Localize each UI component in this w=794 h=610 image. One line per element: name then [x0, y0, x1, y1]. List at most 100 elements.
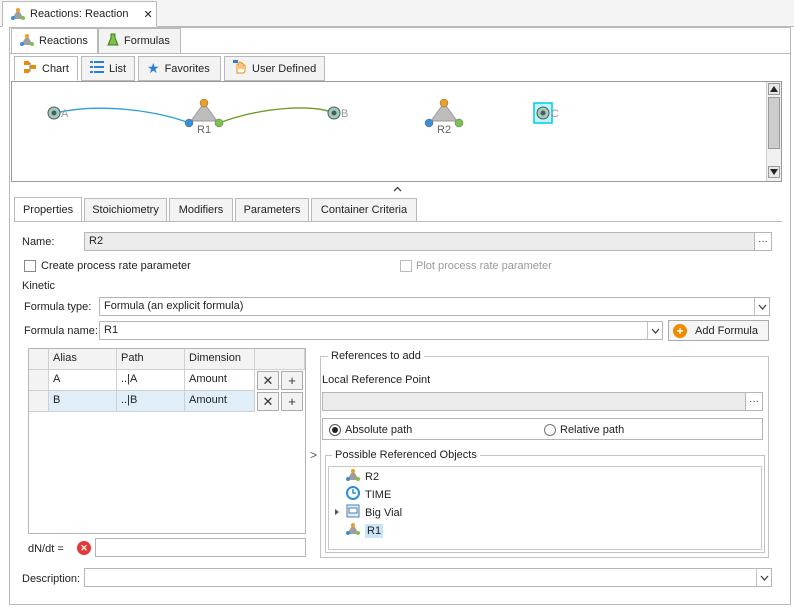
- tab-user-defined[interactable]: User Defined: [224, 56, 325, 81]
- cell-alias[interactable]: A: [49, 370, 117, 391]
- scroll-thumb[interactable]: [768, 97, 780, 149]
- grid-header-actions: [255, 349, 305, 370]
- tab-reactions[interactable]: Reactions: [11, 28, 98, 54]
- tab-modifiers-label: Modifiers: [178, 204, 224, 216]
- create-rate-param-label: Create process rate parameter: [41, 260, 191, 272]
- tree-item-time[interactable]: TIME: [346, 486, 391, 503]
- relative-path-radio[interactable]: [544, 424, 556, 436]
- document-tab[interactable]: Reactions: Reaction ✕: [2, 1, 157, 27]
- row-indicator: [29, 370, 49, 391]
- local-ref-field[interactable]: [322, 392, 746, 411]
- list-icon: [90, 61, 104, 76]
- molecule-label-a: A: [61, 108, 69, 120]
- create-rate-param-checkbox[interactable]: [24, 260, 36, 272]
- diagram-canvas: A R1 B R2 C: [47, 98, 559, 136]
- tab-chart[interactable]: Chart: [14, 56, 78, 81]
- chevron-down-icon[interactable]: [756, 569, 771, 586]
- local-ref-browse-label: ···: [749, 396, 759, 407]
- absolute-path-radio[interactable]: [329, 424, 341, 436]
- tree-item-r1[interactable]: R1: [346, 522, 384, 539]
- tree-item-label: TIME: [365, 488, 392, 501]
- tab-list[interactable]: List: [81, 56, 135, 81]
- scroll-up-icon[interactable]: [768, 83, 780, 95]
- grid-header-path[interactable]: Path: [117, 349, 185, 370]
- link-r1-b: [218, 107, 335, 124]
- plot-rate-param-checkbox[interactable]: [400, 260, 412, 272]
- error-icon: ✕: [77, 541, 91, 555]
- cell-path[interactable]: ..|A: [117, 370, 185, 391]
- collapse-chevron-icon[interactable]: [390, 183, 404, 195]
- tab-modifiers[interactable]: Modifiers: [169, 198, 233, 222]
- name-browse-button[interactable]: ···: [754, 232, 772, 251]
- name-field[interactable]: R2: [84, 232, 755, 251]
- molecule-label-b: B: [341, 108, 348, 120]
- scroll-down-icon[interactable]: [768, 166, 780, 178]
- hand-icon: [233, 60, 247, 77]
- dndt-label: dN/dt =: [28, 543, 64, 555]
- tab-stoichiometry[interactable]: Stoichiometry: [84, 198, 167, 222]
- cell-dimension[interactable]: Amount: [185, 370, 255, 391]
- cell-dimension-text: Amount: [189, 394, 227, 406]
- document-tab-title: Reactions: Reaction: [30, 8, 129, 20]
- reaction-label-r1: R1: [197, 124, 211, 136]
- molecule-node-c: C: [533, 102, 559, 124]
- kinetic-label: Kinetic: [22, 280, 56, 292]
- absolute-path-label: Absolute path: [345, 424, 413, 436]
- close-icon[interactable]: ✕: [143, 8, 152, 21]
- description-field[interactable]: [84, 568, 772, 587]
- add-formula-button[interactable]: + Add Formula: [668, 320, 769, 341]
- row-indicator: [29, 391, 49, 412]
- tree-item-label: Big Vial: [365, 506, 403, 519]
- cell-alias[interactable]: B: [49, 391, 117, 412]
- expand-triangle-icon[interactable]: [333, 507, 341, 519]
- expand-arrow-icon[interactable]: >: [310, 448, 317, 462]
- remove-icon: ✕: [262, 372, 274, 388]
- reaction-icon: [20, 33, 34, 49]
- add-row-button[interactable]: +: [281, 392, 303, 411]
- grid-header-dimension-label: Dimension: [189, 352, 241, 364]
- tree-item-big-vial[interactable]: Big Vial: [333, 504, 402, 521]
- diagram-scrollbar[interactable]: [766, 82, 781, 181]
- name-value: R2: [89, 235, 104, 247]
- dndt-field[interactable]: [95, 538, 306, 557]
- reaction-diagram[interactable]: A R1 B R2 C: [11, 81, 782, 182]
- tab-stoichiometry-label: Stoichiometry: [92, 204, 159, 216]
- add-formula-label: Add Formula: [695, 324, 758, 337]
- local-ref-browse-button[interactable]: ···: [745, 392, 763, 411]
- chevron-down-icon[interactable]: [754, 298, 769, 315]
- name-label: Name:: [22, 236, 55, 248]
- tab-container-criteria[interactable]: Container Criteria: [311, 198, 417, 222]
- add-icon: +: [288, 373, 296, 388]
- tree-item-label: R2: [365, 470, 380, 483]
- tab-properties[interactable]: Properties: [14, 197, 82, 222]
- reaction-label-r2: R2: [437, 124, 451, 136]
- tab-formulas[interactable]: Formulas: [98, 28, 181, 54]
- tab-parameters[interactable]: Parameters: [235, 198, 309, 222]
- grid-header-dimension[interactable]: Dimension: [185, 349, 255, 370]
- plot-rate-param-label: Plot process rate parameter: [416, 260, 552, 272]
- tree-item-r2[interactable]: R2: [346, 468, 379, 485]
- remove-row-button[interactable]: ✕: [257, 371, 279, 390]
- molecule-node-b: B: [327, 106, 348, 120]
- remove-row-button[interactable]: ✕: [257, 392, 279, 411]
- tab-chart-label: Chart: [42, 62, 69, 75]
- cell-path[interactable]: ..|B: [117, 391, 185, 412]
- cell-path-text: ..|B: [121, 394, 138, 406]
- tab-favorites[interactable]: ★ Favorites: [138, 56, 221, 81]
- tab-reactions-label: Reactions: [39, 35, 88, 47]
- chevron-down-icon[interactable]: [647, 322, 662, 339]
- references-title: References to add: [328, 350, 424, 362]
- grid-header-alias[interactable]: Alias: [49, 349, 117, 370]
- add-row-button[interactable]: +: [281, 371, 303, 390]
- cell-dimension[interactable]: Amount: [185, 391, 255, 412]
- star-icon: ★: [147, 60, 160, 76]
- radio-dot: [332, 427, 338, 433]
- formula-name-select[interactable]: R1: [99, 321, 663, 340]
- reaction-icon: [346, 523, 360, 538]
- reaction-icon: [11, 8, 25, 20]
- reaction-node-r2: R2: [424, 98, 464, 136]
- alias-grid: Alias Path Dimension A ..|A Amount ✕ + B…: [28, 348, 306, 534]
- formula-type-select[interactable]: Formula (an explicit formula): [99, 297, 770, 316]
- possible-objects-tree[interactable]: R2 TIME Big Vial R1: [328, 466, 762, 550]
- grid-header-alias-label: Alias: [53, 352, 77, 364]
